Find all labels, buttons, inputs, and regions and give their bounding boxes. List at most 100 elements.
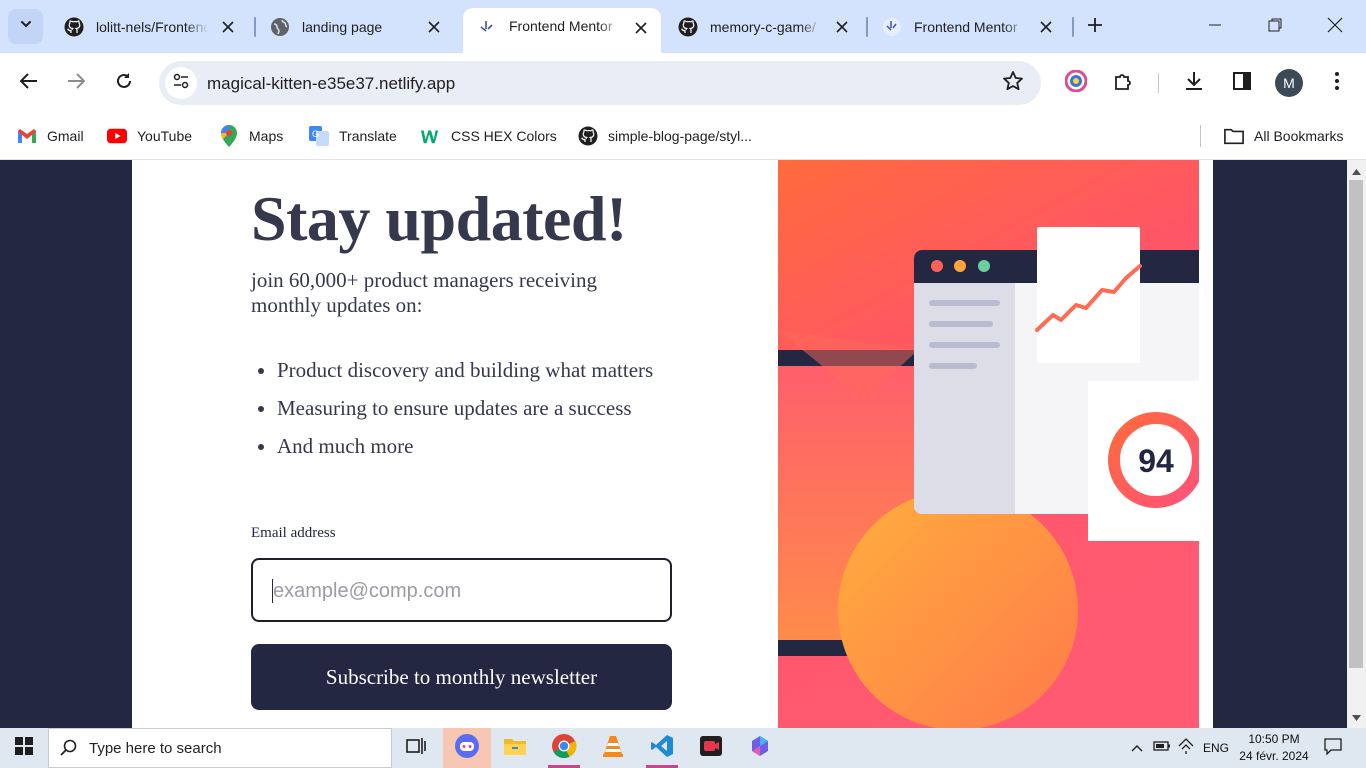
start-button[interactable] [0,728,48,768]
battery-icon [1153,739,1171,757]
taskbar-app-recorder[interactable] [687,728,735,768]
color-wheel-icon [1064,69,1088,97]
taskbar-clock[interactable]: 10:50 PM 24 févr. 2024 [1236,731,1312,765]
caret-up-icon [1352,162,1361,180]
tab-divider [1072,17,1074,37]
taskbar-app-copilot[interactable] [736,728,784,768]
reload-button[interactable] [106,65,142,101]
translate-icon: G [309,126,329,146]
download-icon [1183,70,1205,97]
extensions-button[interactable] [1108,67,1140,99]
taskbar-app-file-explorer[interactable] [491,728,539,768]
site-info-button[interactable] [165,67,197,99]
page-scrollbar[interactable] [1347,160,1366,728]
github-icon [678,17,698,37]
tab-title: Frontend Mentor [914,18,1018,35]
bullet-icon [258,368,264,374]
scroll-thumb[interactable] [1349,180,1363,668]
close-icon [1327,17,1343,38]
list-item: Measuring to ensure updates are a succes… [251,396,661,421]
bookmark-star-button[interactable] [1001,70,1025,97]
close-icon[interactable] [631,18,651,38]
bullet-icon [258,444,264,450]
taskbar-app-chrome[interactable] [540,728,588,768]
email-field[interactable]: example@comp.com [251,558,672,622]
profile-avatar[interactable]: M [1275,69,1303,97]
scroll-up-button[interactable] [1347,164,1366,178]
plus-icon [1087,17,1103,38]
clock-time: 10:50 PM [1248,732,1300,746]
close-icon[interactable] [832,17,852,37]
taskbar-search-box[interactable]: Type here to search [48,728,392,768]
github-icon [578,126,598,146]
close-window-button[interactable] [1312,8,1358,46]
scroll-down-button[interactable] [1347,710,1366,724]
show-hidden-icons-button[interactable] [1128,728,1146,768]
newsletter-card: Stay updated! join 60,000+ product manag… [132,160,1213,728]
bookmark-youtube[interactable]: YouTube [107,122,192,150]
bookmark-translate[interactable]: G Translate [309,122,397,150]
taskbar-app-vlc[interactable] [589,728,637,768]
frontend-mentor-icon [882,17,902,37]
back-button[interactable] [11,65,47,101]
globe-icon [270,17,290,37]
color-picker-extension-button[interactable] [1060,67,1092,99]
email-placeholder: example@comp.com [273,580,462,602]
vscode-icon [650,734,674,763]
bookmark-simple-blog-page[interactable]: simple-blog-page/styl... [578,122,752,150]
downloads-button[interactable] [1178,67,1210,99]
w3schools-icon [421,126,441,146]
tab-github-frontend-mentor[interactable]: lolitt-nels/Frontend-Mentor [50,8,250,45]
browser-menu-button[interactable] [1321,67,1353,99]
vlc-cone-icon [602,734,624,763]
bookmark-css-hex-colors[interactable]: CSS HEX Colors [421,122,557,150]
arrow-left-icon [19,72,38,95]
more-vertical-icon [1334,71,1340,96]
chevron-down-icon [19,17,33,36]
url-text[interactable]: magical-kitten-e35e37.netlify.app [207,74,455,94]
minimize-button[interactable] [1192,8,1238,46]
network-status[interactable] [1176,728,1196,768]
side-panel-button[interactable] [1226,67,1258,99]
notifications-button[interactable] [1322,728,1344,768]
side-panel-icon [1232,71,1252,96]
restore-icon [1268,18,1282,37]
all-bookmarks-button[interactable]: All Bookmarks [1224,122,1343,150]
arrow-right-icon [67,72,86,95]
bookmark-gmail[interactable]: Gmail [17,122,84,150]
github-icon [64,17,84,37]
task-view-button[interactable] [392,728,440,768]
new-tab-button[interactable] [1080,12,1110,42]
close-icon[interactable] [424,17,444,37]
network-icon [1177,737,1195,760]
subscribe-button[interactable]: Subscribe to monthly newsletter [251,644,672,710]
tab-frontend-mentor-2[interactable]: Frontend Mentor [868,8,1068,45]
bookmark-maps[interactable]: Maps [219,122,283,150]
star-icon [1002,70,1024,97]
folder-icon [1224,126,1244,146]
forward-button[interactable] [58,65,94,101]
gmail-icon [17,126,37,146]
battery-status[interactable] [1152,728,1172,768]
tab-frontend-mentor-active[interactable]: Frontend Mentor [463,8,661,53]
taskbar-app-vscode[interactable] [638,728,686,768]
tune-icon [173,73,189,94]
bookmarks-bar: Gmail YouTube Maps G Translate CSS HEX C… [0,113,1366,160]
caret-down-icon [1352,708,1361,726]
language-indicator[interactable]: ENG [1202,728,1230,768]
restore-button[interactable] [1252,8,1298,46]
puzzle-icon [1113,70,1135,97]
list-item: Product discovery and building what matt… [251,358,661,383]
gamepad-icon [454,733,480,764]
task-view-icon [406,737,426,760]
tab-search-button[interactable] [8,9,43,44]
score-value: 94 [1138,443,1174,479]
address-bar[interactable]: magical-kitten-e35e37.netlify.app [159,61,1041,105]
clock-date: 24 févr. 2024 [1239,749,1309,763]
tab-memory-game[interactable]: memory-c-game/ [664,8,864,45]
tab-landing-page[interactable]: landing page [256,8,456,45]
taskbar-app-game[interactable] [443,728,491,768]
frontend-mentor-icon [477,18,497,38]
close-icon[interactable] [1036,17,1056,37]
close-icon[interactable] [218,17,238,37]
